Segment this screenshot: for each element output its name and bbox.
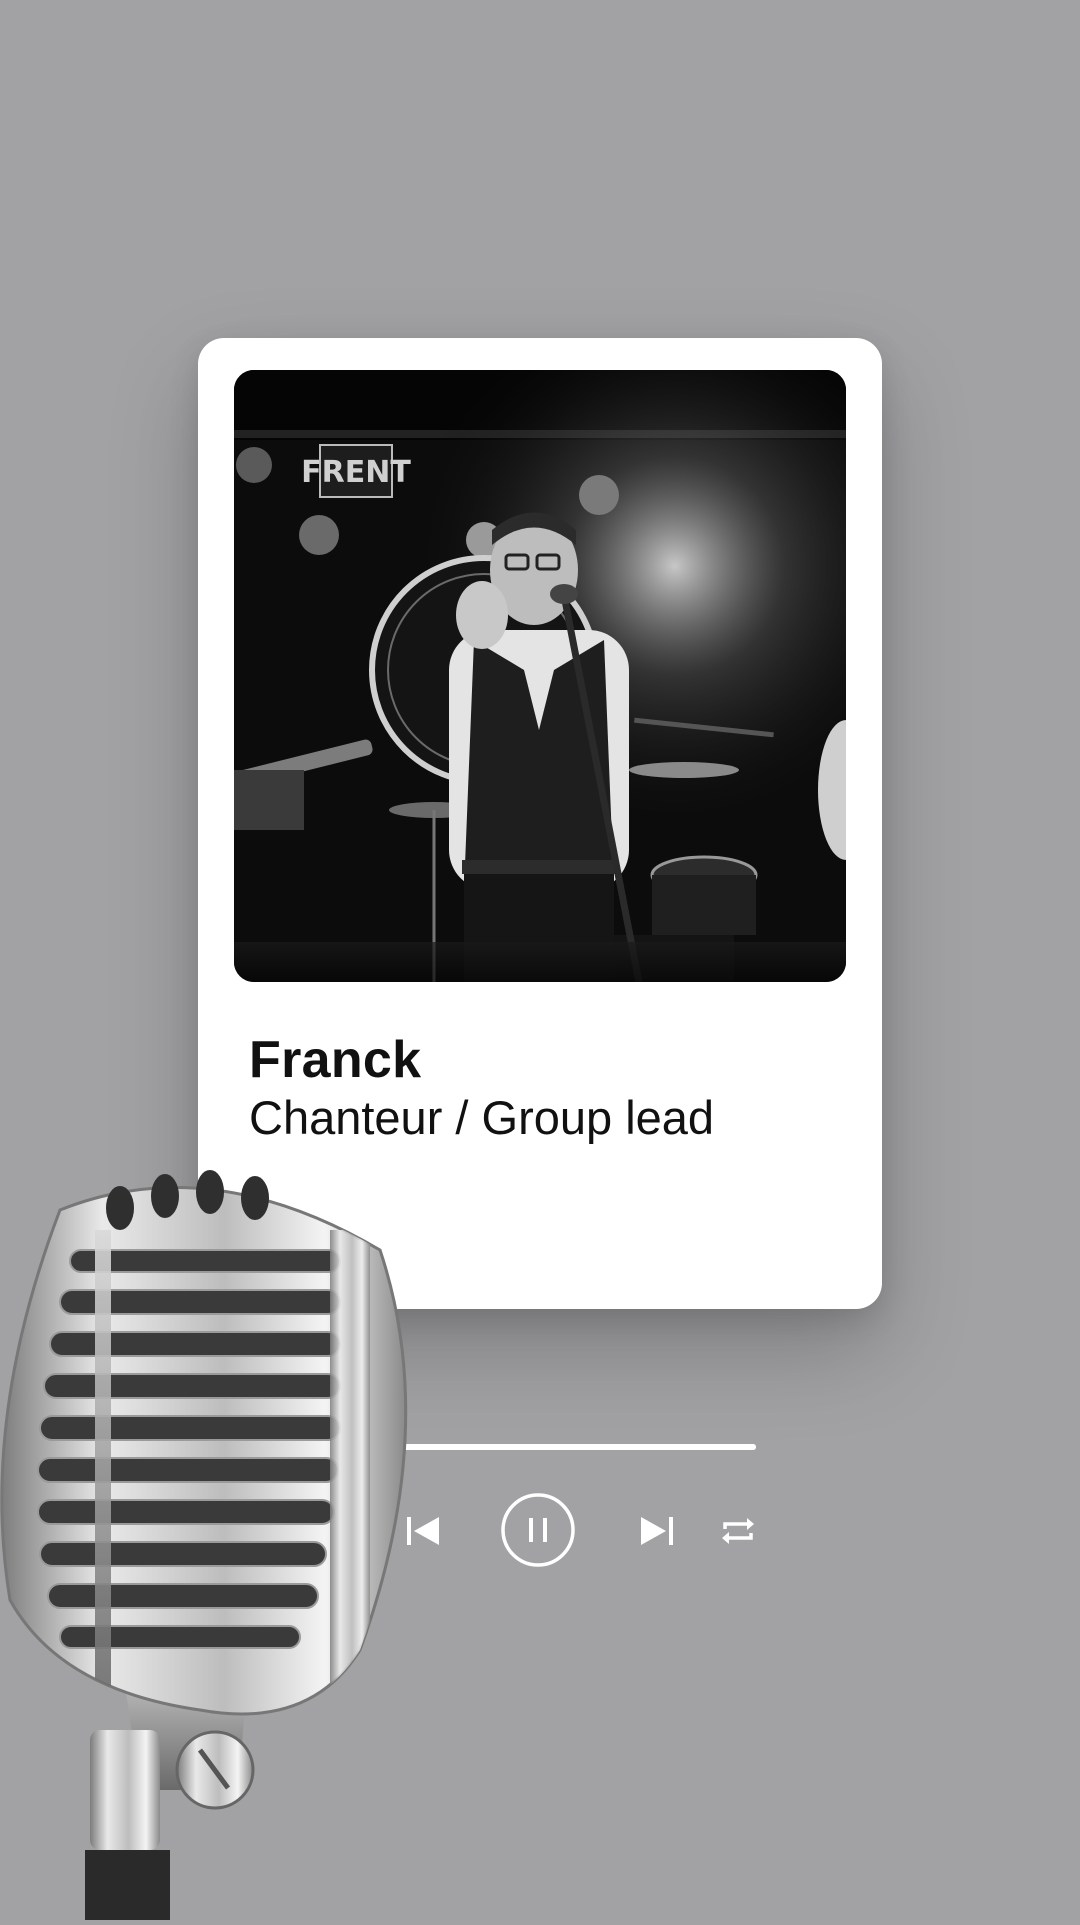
repeat-button[interactable]	[718, 1512, 758, 1550]
photo-sign-text: FRENT	[301, 455, 411, 490]
artist-role: Chanteur / Group lead	[249, 1091, 715, 1144]
progress-fill	[380, 1444, 756, 1450]
pause-circle-icon	[501, 1493, 575, 1567]
artist-name: Franck	[249, 1031, 422, 1089]
artist-card: FRENT Franck Chanteur / Group lead	[198, 338, 882, 1309]
pause-button[interactable]	[500, 1492, 576, 1568]
skip-next-icon	[641, 1517, 673, 1545]
repeat-icon	[722, 1518, 754, 1544]
progress-bar[interactable]	[380, 1444, 756, 1450]
next-button[interactable]	[636, 1510, 678, 1552]
microphone-image	[0, 1170, 430, 1920]
artist-photo: FRENT	[234, 370, 846, 982]
